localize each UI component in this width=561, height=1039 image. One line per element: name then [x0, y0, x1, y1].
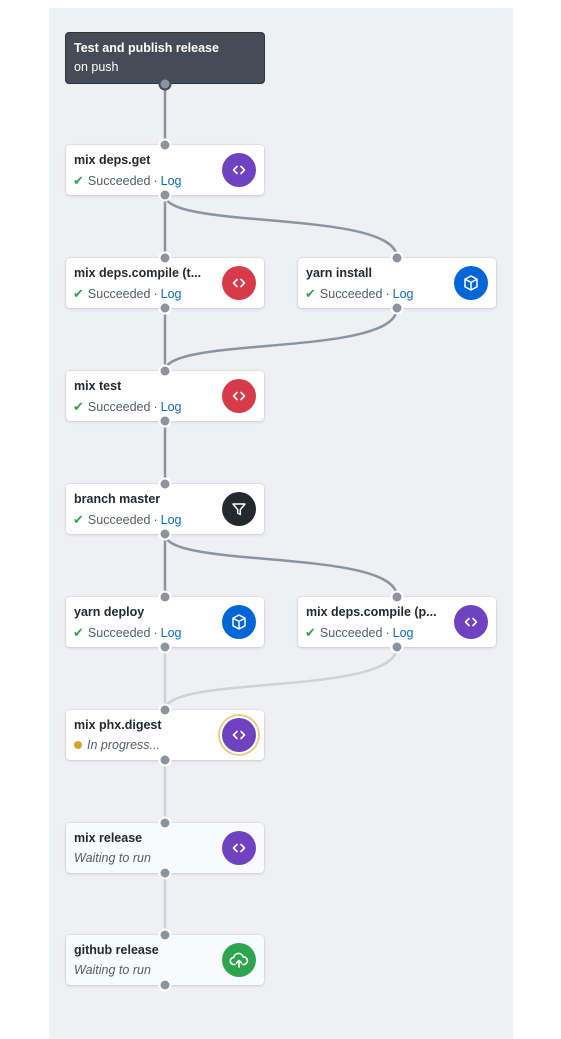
check-icon: ✔ [73, 399, 84, 414]
input-port [158, 928, 172, 942]
separator: · [153, 400, 158, 414]
log-link[interactable]: Log [161, 626, 182, 640]
separator: · [153, 287, 158, 301]
in-progress-dot-icon [74, 741, 82, 749]
job-status: In progress... [87, 738, 160, 752]
output-port [158, 527, 172, 541]
job-node-phx-digest[interactable]: mix phx.digest In progress... [66, 710, 264, 760]
job-title: yarn install [306, 266, 372, 280]
check-icon: ✔ [73, 625, 84, 640]
job-node-yarn-install[interactable]: yarn install ✔ Succeeded · Log [298, 258, 496, 308]
output-port [158, 753, 172, 767]
job-status-row: ✔ Succeeded · Log [73, 625, 182, 641]
job-title: yarn deploy [74, 605, 145, 619]
job-status: Succeeded [87, 626, 151, 640]
check-icon: ✔ [73, 512, 84, 527]
job-status-row: ✔ Succeeded · Log [305, 286, 414, 302]
job-title: github release [74, 943, 159, 957]
job-status: Succeeded [319, 287, 383, 301]
log-link[interactable]: Log [161, 513, 182, 527]
input-port [390, 590, 404, 604]
job-node-deps-compile-t[interactable]: mix deps.compile (t... ✔ Succeeded · Log [66, 258, 264, 308]
output-port [390, 640, 404, 654]
code-icon [222, 266, 256, 300]
job-title: mix release [74, 831, 143, 845]
code-icon [222, 718, 256, 752]
job-status-row: ✔ Succeeded · Log [73, 173, 182, 189]
input-port [158, 590, 172, 604]
output-port [158, 301, 172, 315]
code-icon [222, 831, 256, 865]
separator: · [385, 626, 390, 640]
job-status: Waiting to run [74, 963, 151, 977]
separator: · [153, 513, 158, 527]
trigger-output-port [158, 77, 172, 91]
job-node-deps-get[interactable]: mix deps.get ✔ Succeeded · Log [66, 145, 264, 195]
filter-icon [222, 492, 256, 526]
code-icon [454, 605, 488, 639]
trigger-title: Test and publish release [74, 41, 219, 55]
log-link[interactable]: Log [161, 287, 182, 301]
workflow-trigger[interactable]: Test and publish release on push [65, 32, 265, 84]
input-port [158, 816, 172, 830]
check-icon: ✔ [73, 286, 84, 301]
input-port [158, 251, 172, 265]
job-title: mix test [74, 379, 122, 393]
separator: · [153, 626, 158, 640]
job-status-row: ✔ Succeeded · Log [73, 399, 182, 415]
trigger-event: on push [74, 60, 119, 74]
output-port [158, 414, 172, 428]
log-link[interactable]: Log [393, 287, 414, 301]
job-status-row: ✔ Succeeded · Log [305, 625, 414, 641]
input-port [158, 477, 172, 491]
job-node-mix-test[interactable]: mix test ✔ Succeeded · Log [66, 371, 264, 421]
output-port [390, 301, 404, 315]
package-icon [222, 605, 256, 639]
job-title: mix deps.get [74, 153, 151, 167]
job-status-row: Waiting to run [73, 851, 151, 865]
job-status: Waiting to run [74, 851, 151, 865]
output-port [158, 188, 172, 202]
check-icon: ✔ [73, 173, 84, 188]
log-link[interactable]: Log [161, 400, 182, 414]
job-status-row: ✔ Succeeded · Log [73, 512, 182, 528]
output-port [158, 866, 172, 880]
job-node-branch-master[interactable]: branch master ✔ Succeeded · Log [66, 484, 264, 534]
upload-cloud-icon [222, 943, 256, 977]
job-title: mix deps.compile (t... [74, 266, 202, 280]
job-status: Succeeded [319, 626, 383, 640]
job-node-deps-compile-p[interactable]: mix deps.compile (p... ✔ Succeeded · Log [298, 597, 496, 647]
job-title: mix deps.compile (p... [306, 605, 437, 619]
separator: · [153, 174, 158, 188]
input-port [158, 138, 172, 152]
output-port [158, 640, 172, 654]
job-title: mix phx.digest [74, 718, 162, 732]
check-icon: ✔ [305, 286, 316, 301]
input-port [158, 703, 172, 717]
job-node-mix-release[interactable]: mix release Waiting to run [66, 823, 264, 873]
code-icon [222, 379, 256, 413]
job-status: Succeeded [87, 174, 151, 188]
job-status-row: Waiting to run [73, 963, 151, 977]
job-status: Succeeded [87, 513, 151, 527]
log-link[interactable]: Log [161, 174, 182, 188]
code-icon [222, 153, 256, 187]
check-icon: ✔ [305, 625, 316, 640]
job-node-github-release[interactable]: github release Waiting to run [66, 935, 264, 985]
input-port [158, 364, 172, 378]
job-node-yarn-deploy[interactable]: yarn deploy ✔ Succeeded · Log [66, 597, 264, 647]
job-status: Succeeded [87, 400, 151, 414]
package-icon [454, 266, 488, 300]
input-port [390, 251, 404, 265]
log-link[interactable]: Log [393, 626, 414, 640]
separator: · [385, 287, 390, 301]
output-port [158, 978, 172, 992]
job-status-row: ✔ Succeeded · Log [73, 286, 182, 302]
job-status: Succeeded [87, 287, 151, 301]
job-title: branch master [74, 492, 161, 506]
job-status-row: In progress... [73, 738, 160, 752]
